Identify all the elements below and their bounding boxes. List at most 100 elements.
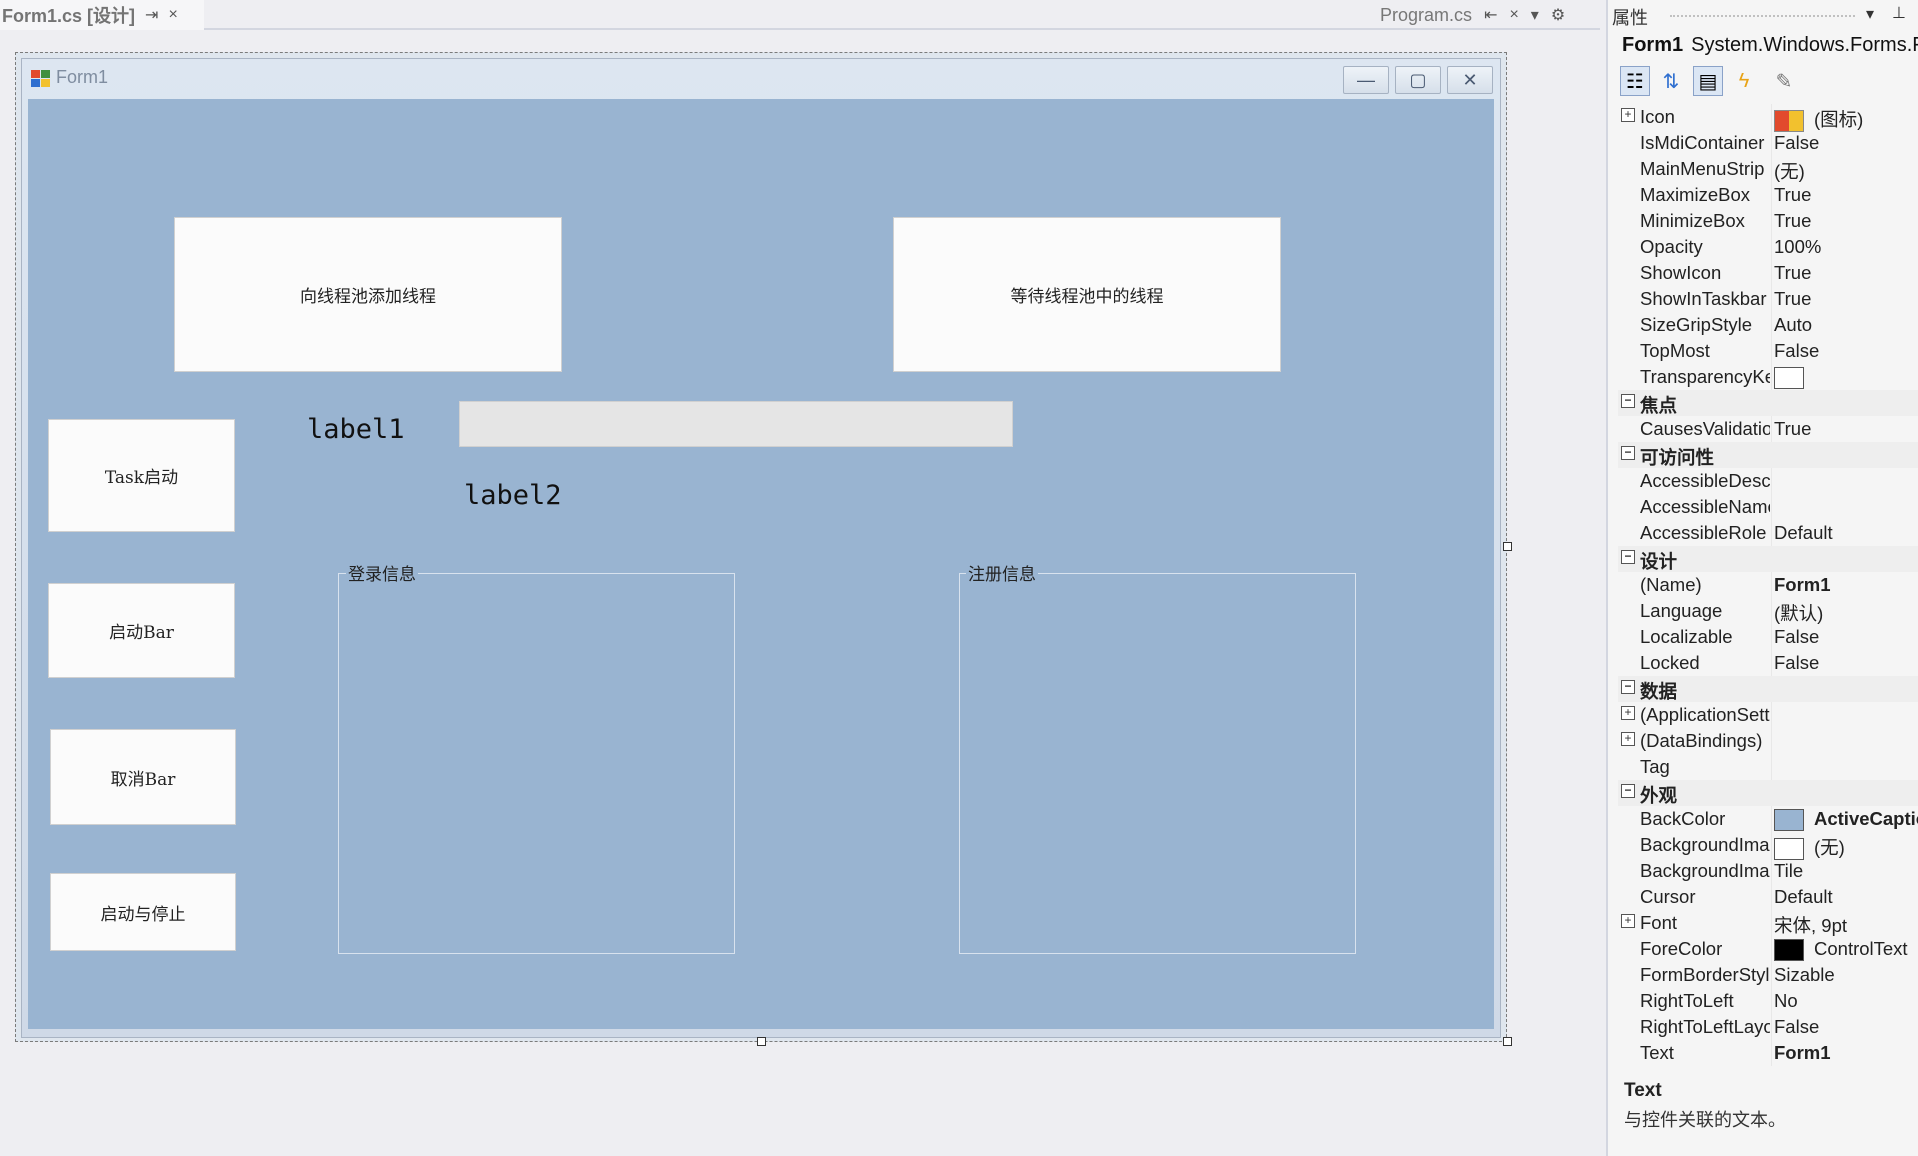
tab-program-cs[interactable]: Program.cs ⇤ × ▾ ⚙: [1380, 0, 1595, 30]
property-value[interactable]: False: [1774, 1016, 1918, 1038]
close-icon[interactable]: ×: [168, 6, 177, 24]
property-row[interactable]: AccessibleDescription: [1618, 468, 1918, 494]
maximize-button[interactable]: ▢: [1395, 66, 1441, 94]
property-value[interactable]: [1774, 366, 1918, 390]
property-row[interactable]: + (ApplicationSettings): [1618, 702, 1918, 728]
properties-icon[interactable]: ▤: [1693, 66, 1723, 96]
property-value[interactable]: Tile: [1774, 860, 1918, 882]
close-button[interactable]: ✕: [1447, 66, 1493, 94]
property-value[interactable]: ActiveCaption: [1774, 808, 1918, 832]
property-row[interactable]: + (DataBindings): [1618, 728, 1918, 754]
property-row[interactable]: FormBorderStyle Sizable: [1618, 962, 1918, 988]
property-row[interactable]: Cursor Default: [1618, 884, 1918, 910]
start-bar-button[interactable]: 启动Bar: [48, 583, 235, 678]
events-icon[interactable]: ϟ: [1729, 66, 1759, 96]
property-row[interactable]: RightToLeftLayoutFalse: [1618, 1014, 1918, 1040]
pin-icon[interactable]: ⊥: [1892, 3, 1906, 23]
property-row[interactable]: Locked False: [1618, 650, 1918, 676]
property-row[interactable]: ShowInTaskbar True: [1618, 286, 1918, 312]
expand-icon[interactable]: +: [1621, 732, 1635, 746]
property-row[interactable]: AccessibleName: [1618, 494, 1918, 520]
property-category[interactable]: − 设计: [1618, 546, 1918, 572]
cancel-bar-button[interactable]: 取消Bar: [50, 729, 236, 825]
property-category[interactable]: − 可访问性: [1618, 442, 1918, 468]
property-value[interactable]: 宋体, 9pt: [1774, 912, 1918, 938]
property-row[interactable]: BackColor ActiveCaption: [1618, 806, 1918, 832]
property-value[interactable]: False: [1774, 626, 1918, 648]
property-row[interactable]: IsMdiContainer False: [1618, 130, 1918, 156]
property-value[interactable]: (无): [1774, 834, 1918, 861]
property-row[interactable]: TransparencyKey: [1618, 364, 1918, 390]
property-value[interactable]: 100%: [1774, 236, 1918, 258]
property-row[interactable]: + Icon (图标): [1618, 104, 1918, 133]
property-value[interactable]: No: [1774, 990, 1918, 1012]
expand-icon[interactable]: +: [1621, 108, 1635, 122]
dropdown-icon[interactable]: ▾: [1531, 5, 1539, 25]
property-value[interactable]: False: [1774, 340, 1918, 362]
property-value[interactable]: Default: [1774, 886, 1918, 908]
property-row[interactable]: Opacity 100%: [1618, 234, 1918, 260]
property-value[interactable]: Sizable: [1774, 964, 1918, 986]
collapse-icon[interactable]: −: [1621, 550, 1635, 564]
wait-thread-button[interactable]: 等待线程池中的线程: [893, 217, 1281, 372]
property-value[interactable]: True: [1774, 184, 1918, 206]
expand-icon[interactable]: +: [1621, 914, 1635, 928]
progress-bar[interactable]: [459, 401, 1013, 447]
property-row[interactable]: Language (默认): [1618, 598, 1918, 624]
alphabetical-icon[interactable]: ⇅: [1656, 66, 1686, 96]
property-row[interactable]: + Font 宋体, 9pt: [1618, 910, 1918, 936]
property-row[interactable]: TopMost False: [1618, 338, 1918, 364]
tab-form1-designer[interactable]: Form1.cs [设计] ⇥ ×: [0, 0, 204, 30]
property-row[interactable]: Localizable False: [1618, 624, 1918, 650]
property-row[interactable]: RightToLeft No: [1618, 988, 1918, 1014]
property-value[interactable]: True: [1774, 418, 1918, 440]
property-row[interactable]: CausesValidation True: [1618, 416, 1918, 442]
pin-icon[interactable]: ⇥: [145, 5, 158, 25]
task-start-button[interactable]: Task启动: [48, 419, 235, 532]
property-row[interactable]: ForeColor ControlText: [1618, 936, 1918, 962]
property-value[interactable]: Form1: [1774, 1042, 1918, 1064]
resize-handle-corner[interactable]: [1503, 1037, 1512, 1046]
dropdown-icon[interactable]: ▾: [1866, 4, 1874, 24]
categorized-icon[interactable]: ☷: [1620, 66, 1650, 96]
property-value[interactable]: Form1: [1774, 574, 1918, 596]
start-stop-button[interactable]: 启动与停止: [50, 873, 236, 951]
property-row[interactable]: SizeGripStyle Auto: [1618, 312, 1918, 338]
property-row[interactable]: Text Form1: [1618, 1040, 1918, 1066]
property-value[interactable]: (无): [1774, 158, 1918, 184]
collapse-icon[interactable]: −: [1621, 680, 1635, 694]
property-row[interactable]: MainMenuStrip (无): [1618, 156, 1918, 182]
collapse-icon[interactable]: −: [1621, 784, 1635, 798]
property-row[interactable]: BackgroundImage (无): [1618, 832, 1918, 861]
property-value[interactable]: True: [1774, 210, 1918, 232]
property-category[interactable]: − 外观: [1618, 780, 1918, 806]
property-row[interactable]: ShowIcon True: [1618, 260, 1918, 286]
property-value[interactable]: True: [1774, 288, 1918, 310]
resize-handle-right[interactable]: [1503, 542, 1512, 551]
pin-icon[interactable]: ⇤: [1484, 5, 1497, 25]
settings-icon[interactable]: ⚙: [1551, 5, 1565, 25]
expand-icon[interactable]: +: [1621, 706, 1635, 720]
property-value[interactable]: ControlText: [1774, 938, 1918, 962]
property-value[interactable]: (图标): [1774, 106, 1918, 133]
property-category[interactable]: − 数据: [1618, 676, 1918, 702]
property-value[interactable]: True: [1774, 262, 1918, 284]
property-row[interactable]: MinimizeBox True: [1618, 208, 1918, 234]
property-pages-icon[interactable]: ✎: [1769, 66, 1799, 96]
close-icon[interactable]: ×: [1509, 6, 1518, 24]
collapse-icon[interactable]: −: [1621, 394, 1635, 408]
property-row[interactable]: AccessibleRole Default: [1618, 520, 1918, 546]
property-row[interactable]: BackgroundImageLayoutTile: [1618, 858, 1918, 884]
property-row[interactable]: (Name) Form1: [1618, 572, 1918, 598]
property-value[interactable]: False: [1774, 132, 1918, 154]
property-row[interactable]: MaximizeBox True: [1618, 182, 1918, 208]
property-row[interactable]: Tag: [1618, 754, 1918, 780]
collapse-icon[interactable]: −: [1621, 446, 1635, 460]
object-selector[interactable]: Form1 System.Windows.Forms.Form: [1622, 34, 1918, 57]
add-thread-button[interactable]: 向线程池添加线程: [174, 217, 562, 372]
resize-handle-bottom[interactable]: [757, 1037, 766, 1046]
property-value[interactable]: Default: [1774, 522, 1918, 544]
property-category[interactable]: − 焦点: [1618, 390, 1918, 416]
property-value[interactable]: Auto: [1774, 314, 1918, 336]
minimize-button[interactable]: —: [1343, 66, 1389, 94]
